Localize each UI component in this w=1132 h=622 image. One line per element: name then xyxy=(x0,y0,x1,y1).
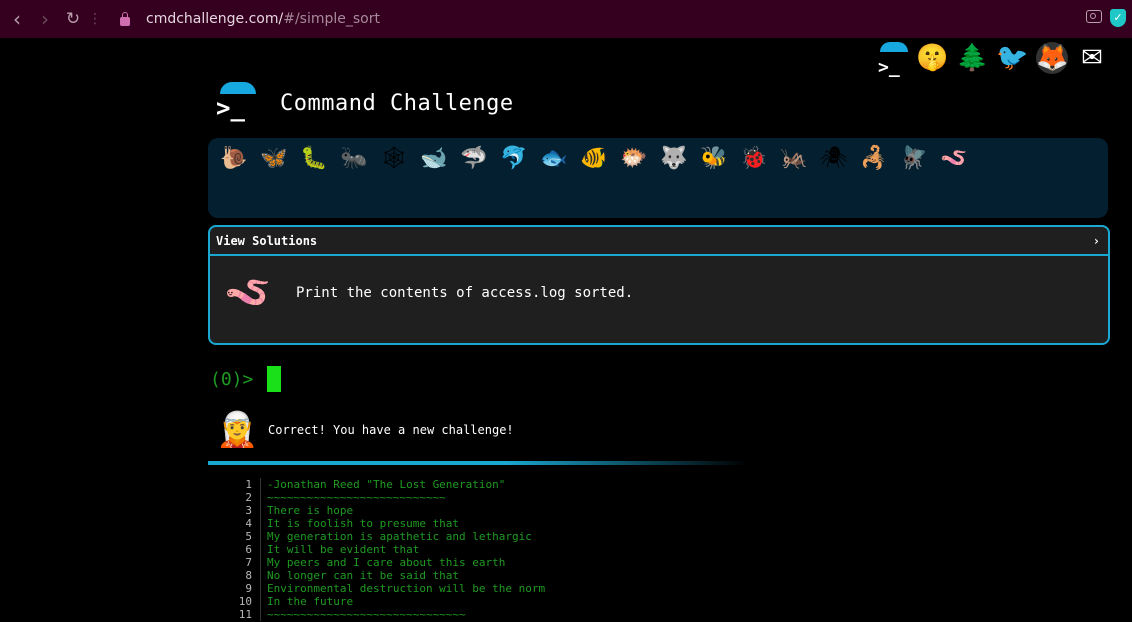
code-line: 6 It will be evident that xyxy=(226,543,545,556)
browser-toolbar: ‹ › ↻ ⋮ cmdchallenge.com/#/simple_sort ✓ xyxy=(0,0,1132,38)
chevron-right-icon: › xyxy=(1092,233,1100,248)
shark-icon[interactable]: 🦈 xyxy=(454,144,494,174)
shushing-face-icon[interactable]: 🤫 xyxy=(916,42,948,74)
result-message: 🧝 Correct! You have a new challenge! xyxy=(216,410,514,450)
line-number: 6 xyxy=(226,543,261,556)
lock-icon[interactable] xyxy=(120,11,130,26)
dolphin-icon[interactable]: 🐬 xyxy=(494,144,534,174)
code-line: 1 -Jonathan Reed "The Lost Generation" xyxy=(226,478,545,491)
line-number: 3 xyxy=(226,504,261,517)
code-line: 2 ~~~~~~~~~~~~~~~~~~~~~~~~~~~ xyxy=(226,491,545,504)
line-number: 8 xyxy=(226,569,261,582)
line-number: 1 xyxy=(226,478,261,491)
line-number: 7 xyxy=(226,556,261,569)
result-text: Correct! You have a new challenge! xyxy=(268,423,514,437)
camera-icon[interactable] xyxy=(1086,10,1102,23)
butterfly-icon[interactable]: 🦋 xyxy=(254,144,294,174)
fly-icon[interactable]: 🪰 xyxy=(894,144,934,174)
line-number: 9 xyxy=(226,582,261,595)
toolbar-separator: ⋮ xyxy=(88,11,102,27)
code-line: 8 No longer can it be said that xyxy=(226,569,545,582)
view-solutions-label: View Solutions xyxy=(216,233,318,248)
solutions-panel: View Solutions › 🪱 Print the contents of… xyxy=(208,225,1110,345)
caterpillar-icon[interactable]: 🐛 xyxy=(294,144,334,174)
line-text: My generation is apathetic and lethargic xyxy=(267,530,532,543)
wolf-icon[interactable]: 🐺 xyxy=(654,144,694,174)
tropical-fish-icon[interactable]: 🐠 xyxy=(574,144,614,174)
gitlab-icon[interactable]: 🦊 xyxy=(1036,42,1068,74)
cricket-icon[interactable]: 🦗 xyxy=(774,144,814,174)
line-text: ~~~~~~~~~~~~~~~~~~~~~~~~~~~~~~ xyxy=(267,608,466,621)
line-text: ~~~~~~~~~~~~~~~~~~~~~~~~~~~ xyxy=(267,491,446,504)
line-number: 10 xyxy=(226,595,261,608)
cmdchallenge-logo-icon[interactable]: >_ xyxy=(876,42,908,78)
code-line: 5 My generation is apathetic and lethargi… xyxy=(226,530,545,543)
site-header: >_ Command Challenge xyxy=(216,82,514,124)
twitter-icon[interactable]: 🐦 xyxy=(996,42,1028,74)
code-line: 3 There is hope xyxy=(226,504,545,517)
page-title: Command Challenge xyxy=(280,90,514,116)
social-links: >_ 🤫 🌲 🐦 🦊 ✉ xyxy=(876,42,1108,78)
line-number: 4 xyxy=(226,517,261,530)
line-number: 2 xyxy=(226,491,261,504)
spiderweb-icon[interactable]: 🕸 xyxy=(374,144,414,174)
line-text: My peers and I care about this earth xyxy=(267,556,506,569)
line-text: It is foolish to presume that xyxy=(267,517,460,530)
fish-icon[interactable]: 🐟 xyxy=(534,144,574,174)
worm-icon: 🪱 xyxy=(224,270,272,314)
progress-bar xyxy=(208,461,748,465)
line-number: 5 xyxy=(226,530,261,543)
cmdchallenge-logo-icon[interactable]: >_ xyxy=(216,82,260,124)
code-line: 9 Environmental destruction will be the n… xyxy=(226,582,545,595)
bee-icon[interactable]: 🐝 xyxy=(694,144,734,174)
snail-icon[interactable]: 🐌 xyxy=(214,144,254,174)
address-bar[interactable]: cmdchallenge.com/#/simple_sort xyxy=(146,11,380,27)
url-path: #/simple_sort xyxy=(283,11,380,27)
line-number: 11 xyxy=(226,608,261,621)
line-text: No longer can it be said that xyxy=(267,569,460,582)
scorpion-icon[interactable]: 🦂 xyxy=(854,144,894,174)
code-line: 4 It is foolish to presume that xyxy=(226,517,545,530)
line-text: In the future xyxy=(267,595,354,608)
shield-icon[interactable]: ✓ xyxy=(1110,9,1126,27)
url-host: cmdchallenge.com/ xyxy=(146,11,284,27)
ant-icon[interactable]: 🐜 xyxy=(334,144,374,174)
mail-icon[interactable]: ✉ xyxy=(1076,42,1108,74)
terminal-cursor xyxy=(267,366,282,392)
forward-icon[interactable]: › xyxy=(34,7,56,31)
code-line: 7 My peers and I care about this earth xyxy=(226,556,545,569)
worm-icon[interactable]: 🪱 xyxy=(934,144,974,174)
elf-icon: 🧝 xyxy=(216,410,259,450)
terminal-input[interactable]: (0)> xyxy=(210,366,282,392)
line-text: There is hope xyxy=(267,504,354,517)
line-text: It will be evident that xyxy=(267,543,420,556)
line-text: Environmental destruction will be the no… xyxy=(267,582,546,595)
output-code: 1 -Jonathan Reed "The Lost Generation" 2 ~~… xyxy=(226,478,545,621)
code-line: 11 ~~~~~~~~~~~~~~~~~~~~~~~~~~~~~~ xyxy=(226,608,545,621)
ladybug-icon[interactable]: 🐞 xyxy=(734,144,774,174)
challenge-levels: 🐌 🦋 🐛 🐜 🕸 🐋 🦈 🐬 🐟 🐠 🐡 🐺 🐝 🐞 🦗 🕷 🦂 🪰 🪱 xyxy=(208,138,1108,218)
line-text: -Jonathan Reed "The Lost Generation" xyxy=(267,478,506,491)
view-solutions-toggle[interactable]: View Solutions › xyxy=(210,227,1108,256)
reload-icon[interactable]: ↻ xyxy=(62,9,84,29)
blowfish-icon[interactable]: 🐡 xyxy=(614,144,654,174)
challenge-description: Print the contents of access.log sorted. xyxy=(296,284,634,301)
whale-icon[interactable]: 🐋 xyxy=(414,144,454,174)
back-icon[interactable]: ‹ xyxy=(6,7,28,31)
code-line: 10 In the future xyxy=(226,595,545,608)
terminal-prompt: (0)> xyxy=(210,368,254,390)
spider-icon[interactable]: 🕷 xyxy=(814,144,854,174)
tree-icon[interactable]: 🌲 xyxy=(956,42,988,74)
